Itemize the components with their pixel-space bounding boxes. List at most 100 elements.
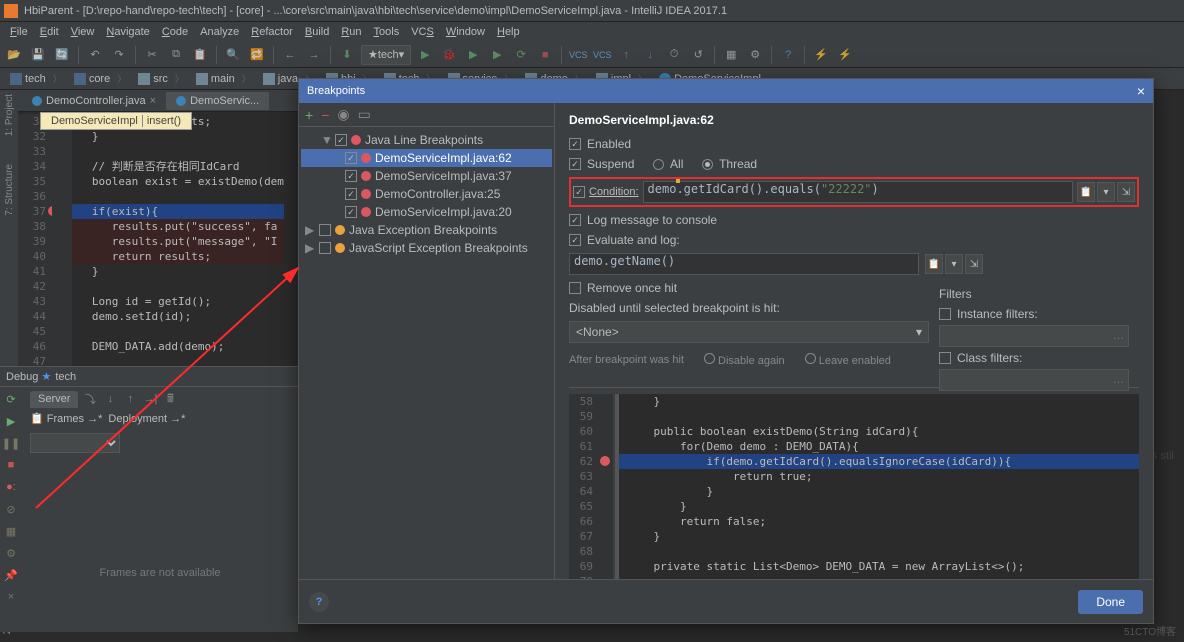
all-radio[interactable]	[653, 159, 664, 170]
leave-enabled-radio[interactable]	[805, 353, 816, 364]
class-filters-input[interactable]: …	[939, 369, 1129, 391]
checkbox[interactable]	[345, 152, 357, 164]
tab-structure[interactable]: 7: Structure	[2, 160, 17, 220]
lang-icon[interactable]: 📋	[1077, 182, 1095, 202]
history-dropdown-icon[interactable]: ▾	[945, 254, 963, 274]
vcs-down-icon[interactable]: ↓	[640, 45, 660, 65]
close-icon[interactable]: ×	[1137, 83, 1145, 99]
suspend-checkbox[interactable]	[569, 158, 581, 170]
tree-category[interactable]: ▶Java Exception Breakpoints	[301, 221, 552, 239]
condition-input[interactable]: demo.getIdCard().equals("22222")	[643, 181, 1073, 203]
open-icon[interactable]: 📂	[4, 45, 24, 65]
instance-filters-checkbox[interactable]	[939, 308, 951, 320]
expand-icon[interactable]: ⇲	[965, 254, 983, 274]
mute-bp-icon[interactable]: ⊘	[3, 501, 19, 517]
cut-icon[interactable]: ✂	[142, 45, 162, 65]
vcs-icon[interactable]: VCS	[568, 45, 588, 65]
expand-icon[interactable]: ⇲	[1117, 182, 1135, 202]
pin-icon[interactable]: 📌	[3, 567, 19, 583]
menu-run[interactable]: Run	[335, 24, 367, 40]
add-icon[interactable]: +	[305, 107, 313, 123]
editor-left[interactable]: 313233343536373839404142434445464748 ret…	[18, 114, 298, 366]
close-icon[interactable]: ×	[150, 95, 156, 107]
stop-icon[interactable]: ■	[535, 45, 555, 65]
menu-refactor[interactable]: Refactor	[245, 24, 299, 40]
run-to-cursor-icon[interactable]: →|	[142, 391, 158, 407]
run-config-dropdown[interactable]: ★ tech ▾	[361, 45, 411, 65]
remove-checkbox[interactable]	[569, 282, 581, 294]
build-icon[interactable]: ⬇	[337, 45, 357, 65]
tree-breakpoint-item[interactable]: DemoController.java:25	[301, 185, 552, 203]
run2-icon[interactable]: ▶	[463, 45, 483, 65]
find-icon[interactable]: 🔍	[223, 45, 243, 65]
disabled-until-select[interactable]: <None>▾	[569, 321, 929, 343]
settings-icon[interactable]: ⚙	[3, 545, 19, 561]
jrebel2-icon[interactable]: ⚡	[835, 45, 855, 65]
history-dropdown-icon[interactable]: ▾	[1097, 182, 1115, 202]
tab-server[interactable]: Server	[30, 391, 78, 407]
editor-tab[interactable]: DemoController.java×	[22, 92, 166, 110]
debug-icon[interactable]: 🐞	[439, 45, 459, 65]
menu-help[interactable]: Help	[491, 24, 526, 40]
group-icon[interactable]: ▭	[358, 106, 371, 123]
done-button[interactable]: Done	[1078, 590, 1143, 614]
structure-icon[interactable]: ▦	[721, 45, 741, 65]
disable-again-radio[interactable]	[704, 353, 715, 364]
jrebel-icon[interactable]: ⚡	[811, 45, 831, 65]
help-icon[interactable]: ?	[778, 45, 798, 65]
vcs-revert-icon[interactable]: ↺	[688, 45, 708, 65]
class-filters-checkbox[interactable]	[939, 352, 951, 364]
close-icon[interactable]: ×	[3, 589, 19, 605]
menu-analyze[interactable]: Analyze	[194, 24, 245, 40]
menu-build[interactable]: Build	[299, 24, 335, 40]
menu-file[interactable]: File	[4, 24, 34, 40]
tree-category[interactable]: ▶JavaScript Exception Breakpoints	[301, 239, 552, 257]
checkbox[interactable]	[335, 134, 347, 146]
checkbox[interactable]	[345, 206, 357, 218]
undo-icon[interactable]: ↶	[85, 45, 105, 65]
checkbox[interactable]	[345, 170, 357, 182]
remove-icon[interactable]: −	[321, 107, 329, 123]
editor-tab[interactable]: DemoServic...	[166, 92, 269, 110]
instance-filters-input[interactable]: …	[939, 325, 1129, 347]
eval-input[interactable]: demo.getName()	[569, 253, 919, 275]
tree-breakpoint-item[interactable]: DemoServiceImpl.java:37	[301, 167, 552, 185]
evaluate-icon[interactable]: 🖩	[162, 391, 178, 407]
breadcrumb-item[interactable]: src	[134, 72, 188, 85]
thread-radio[interactable]	[702, 159, 713, 170]
sync-icon[interactable]: 🔄	[52, 45, 72, 65]
redo-icon[interactable]: ↷	[109, 45, 129, 65]
run-icon[interactable]: ▶	[415, 45, 435, 65]
debug-header[interactable]: Debug ★tech	[0, 367, 298, 387]
view-breakpoints-icon[interactable]: ●:	[3, 479, 19, 495]
replace-icon[interactable]: 🔁	[247, 45, 267, 65]
menu-vcs[interactable]: VCS	[405, 24, 440, 40]
menu-view[interactable]: View	[65, 24, 101, 40]
menu-window[interactable]: Window	[440, 24, 491, 40]
save-icon[interactable]: 💾	[28, 45, 48, 65]
paste-icon[interactable]: 📋	[190, 45, 210, 65]
tree-breakpoint-item[interactable]: DemoServiceImpl.java:62	[301, 149, 552, 167]
breadcrumb-item[interactable]: tech	[6, 72, 66, 85]
menu-navigate[interactable]: Navigate	[100, 24, 155, 40]
back-icon[interactable]: ←	[280, 45, 300, 65]
help-icon[interactable]: ?	[309, 592, 329, 612]
lang-icon[interactable]: 📋	[925, 254, 943, 274]
tree-category[interactable]: ▼Java Line Breakpoints	[301, 131, 552, 149]
ungroup-icon[interactable]: ◉	[337, 106, 349, 123]
checkbox[interactable]	[345, 188, 357, 200]
run3-icon[interactable]: ▶	[487, 45, 507, 65]
log-checkbox[interactable]	[569, 214, 581, 226]
frames-select[interactable]	[30, 433, 120, 453]
tab-project[interactable]: 1: Project	[2, 90, 17, 140]
vcs-history-icon[interactable]: ⏱	[664, 45, 684, 65]
eval-checkbox[interactable]	[569, 234, 581, 246]
stop-icon[interactable]: ■	[3, 457, 19, 473]
checkbox[interactable]	[319, 242, 331, 254]
breadcrumb-item[interactable]: core	[70, 72, 130, 85]
vcs2-icon[interactable]: VCS	[592, 45, 612, 65]
copy-icon[interactable]: ⧉	[166, 45, 186, 65]
step-into-icon[interactable]: ↓	[102, 391, 118, 407]
enabled-checkbox[interactable]	[569, 138, 581, 150]
tree-breakpoint-item[interactable]: DemoServiceImpl.java:20	[301, 203, 552, 221]
